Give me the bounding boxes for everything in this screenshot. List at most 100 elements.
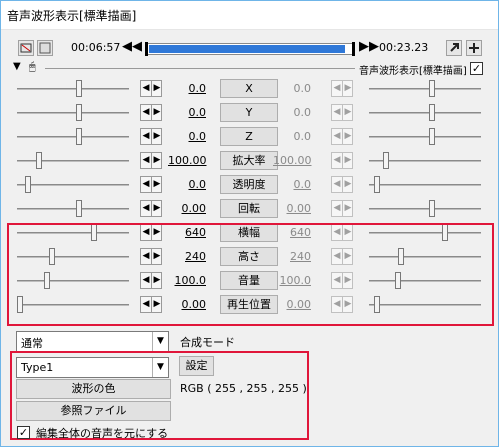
decrement-icon[interactable]: ◀ xyxy=(332,202,342,215)
decrement-icon[interactable]: ◀ xyxy=(141,154,151,167)
next-frame-button[interactable]: ▶▶ xyxy=(359,39,379,57)
param-name-button[interactable]: 透明度 xyxy=(220,175,278,194)
start-value[interactable]: 0.0 xyxy=(168,130,207,143)
end-slider-thumb[interactable] xyxy=(383,152,389,169)
end-value[interactable]: 0.0 xyxy=(273,178,312,191)
add-filter-icon[interactable] xyxy=(466,40,482,56)
start-slider-thumb[interactable] xyxy=(36,152,42,169)
decrement-icon[interactable]: ◀ xyxy=(141,130,151,143)
start-value[interactable]: 0.00 xyxy=(168,202,207,215)
end-slider-track[interactable] xyxy=(369,112,481,114)
end-value[interactable]: 0.0 xyxy=(273,106,312,119)
increment-icon[interactable]: ▶ xyxy=(152,82,162,95)
end-slider-track[interactable] xyxy=(369,208,481,210)
blend-mode-select[interactable]: 通常 ▼ xyxy=(16,331,169,352)
decrement-icon[interactable]: ◀ xyxy=(332,82,342,95)
end-stepper[interactable]: ◀ ▶ xyxy=(331,128,353,145)
decrement-icon[interactable]: ◀ xyxy=(141,106,151,119)
start-slider-track[interactable] xyxy=(17,88,129,90)
end-slider-track[interactable] xyxy=(369,136,481,138)
start-slider-track[interactable] xyxy=(17,208,129,210)
start-stepper[interactable]: ◀ ▶ xyxy=(140,128,162,145)
wave-color-value: RGB ( 255 , 255 , 255 ) xyxy=(180,382,307,395)
start-slider-thumb[interactable] xyxy=(76,104,82,121)
link-icon[interactable] xyxy=(446,40,462,56)
decrement-icon[interactable]: ◀ xyxy=(141,202,151,215)
decrement-icon[interactable]: ◀ xyxy=(332,106,342,119)
end-stepper[interactable]: ◀ ▶ xyxy=(331,176,353,193)
start-stepper[interactable]: ◀ ▶ xyxy=(140,152,162,169)
increment-icon[interactable]: ▶ xyxy=(152,130,162,143)
type-select[interactable]: Type1 ▼ xyxy=(16,357,169,378)
increment-icon[interactable]: ▶ xyxy=(343,178,353,191)
start-slider-thumb[interactable] xyxy=(76,128,82,145)
end-stepper[interactable]: ◀ ▶ xyxy=(331,104,353,121)
end-value[interactable]: 0.00 xyxy=(273,202,312,215)
param-name-button[interactable]: 回転 xyxy=(220,199,278,218)
decrement-icon[interactable]: ◀ xyxy=(141,82,151,95)
prev-frame-button[interactable]: ◀◀ xyxy=(122,39,142,57)
increment-icon[interactable]: ▶ xyxy=(343,154,353,167)
end-slider-thumb[interactable] xyxy=(429,104,435,121)
wave-color-button[interactable]: 波形の色 xyxy=(16,379,171,399)
reference-file-button[interactable]: 参照ファイル xyxy=(16,401,171,421)
param-row: ◀ ▶ 0.00 回転 0.00 ◀ ▶ xyxy=(1,197,498,221)
object-name: 音声波形表示[標準描画] xyxy=(359,66,467,77)
seek-bar[interactable] xyxy=(145,42,355,56)
end-stepper[interactable]: ◀ ▶ xyxy=(331,80,353,97)
end-slider-thumb[interactable] xyxy=(429,128,435,145)
end-stepper[interactable]: ◀ ▶ xyxy=(331,152,353,169)
param-name-button[interactable]: 拡大率 xyxy=(220,151,278,170)
collapse-icon[interactable]: ▼ xyxy=(13,61,21,72)
increment-icon[interactable]: ▶ xyxy=(152,178,162,191)
start-value[interactable]: 0.0 xyxy=(168,82,207,95)
start-value[interactable]: 100.00 xyxy=(168,154,207,167)
use-whole-audio-checkbox[interactable]: ✓ xyxy=(17,426,30,439)
decrement-icon[interactable]: ◀ xyxy=(332,154,342,167)
decrement-icon[interactable]: ◀ xyxy=(332,178,342,191)
screenshot-icon[interactable] xyxy=(37,40,53,56)
increment-icon[interactable]: ▶ xyxy=(152,106,162,119)
camera-icon[interactable] xyxy=(18,40,34,56)
increment-icon[interactable]: ▶ xyxy=(343,82,353,95)
increment-icon[interactable]: ▶ xyxy=(343,106,353,119)
start-stepper[interactable]: ◀ ▶ xyxy=(140,176,162,193)
use-whole-audio-label: 編集全体の音声を元にする xyxy=(36,427,169,440)
start-slider-track[interactable] xyxy=(17,160,129,162)
increment-icon[interactable]: ▶ xyxy=(343,202,353,215)
param-name-button[interactable]: X xyxy=(220,79,278,98)
settings-button[interactable]: 設定 xyxy=(179,356,214,376)
start-stepper[interactable]: ◀ ▶ xyxy=(140,200,162,217)
chevron-down-icon[interactable]: ▼ xyxy=(152,358,168,377)
start-slider-track[interactable] xyxy=(17,112,129,114)
param-name-button[interactable]: Z xyxy=(220,127,278,146)
start-value[interactable]: 0.0 xyxy=(168,106,207,119)
end-value[interactable]: 0.0 xyxy=(273,82,312,95)
end-stepper[interactable]: ◀ ▶ xyxy=(331,200,353,217)
end-slider-thumb[interactable] xyxy=(374,176,380,193)
start-slider-track[interactable] xyxy=(17,184,129,186)
start-slider-thumb[interactable] xyxy=(76,80,82,97)
decrement-icon[interactable]: ◀ xyxy=(332,130,342,143)
increment-icon[interactable]: ▶ xyxy=(152,154,162,167)
start-value[interactable]: 0.0 xyxy=(168,178,207,191)
start-stepper[interactable]: ◀ ▶ xyxy=(140,80,162,97)
end-value[interactable]: 100.00 xyxy=(273,154,312,167)
increment-icon[interactable]: ▶ xyxy=(152,202,162,215)
start-slider-thumb[interactable] xyxy=(76,200,82,217)
param-name-button[interactable]: Y xyxy=(220,103,278,122)
start-slider-thumb[interactable] xyxy=(25,176,31,193)
end-slider-thumb[interactable] xyxy=(429,200,435,217)
end-slider-thumb[interactable] xyxy=(429,80,435,97)
seek-end-marker xyxy=(352,42,355,56)
window-title: 音声波形表示[標準描画] xyxy=(7,9,137,23)
end-value[interactable]: 0.0 xyxy=(273,130,312,143)
end-slider-track[interactable] xyxy=(369,184,481,186)
increment-icon[interactable]: ▶ xyxy=(343,130,353,143)
decrement-icon[interactable]: ◀ xyxy=(141,178,151,191)
start-slider-track[interactable] xyxy=(17,136,129,138)
chevron-down-icon[interactable]: ▼ xyxy=(152,332,168,351)
start-stepper[interactable]: ◀ ▶ xyxy=(140,104,162,121)
end-slider-track[interactable] xyxy=(369,88,481,90)
object-enabled-checkbox[interactable]: ✓ xyxy=(470,62,483,75)
